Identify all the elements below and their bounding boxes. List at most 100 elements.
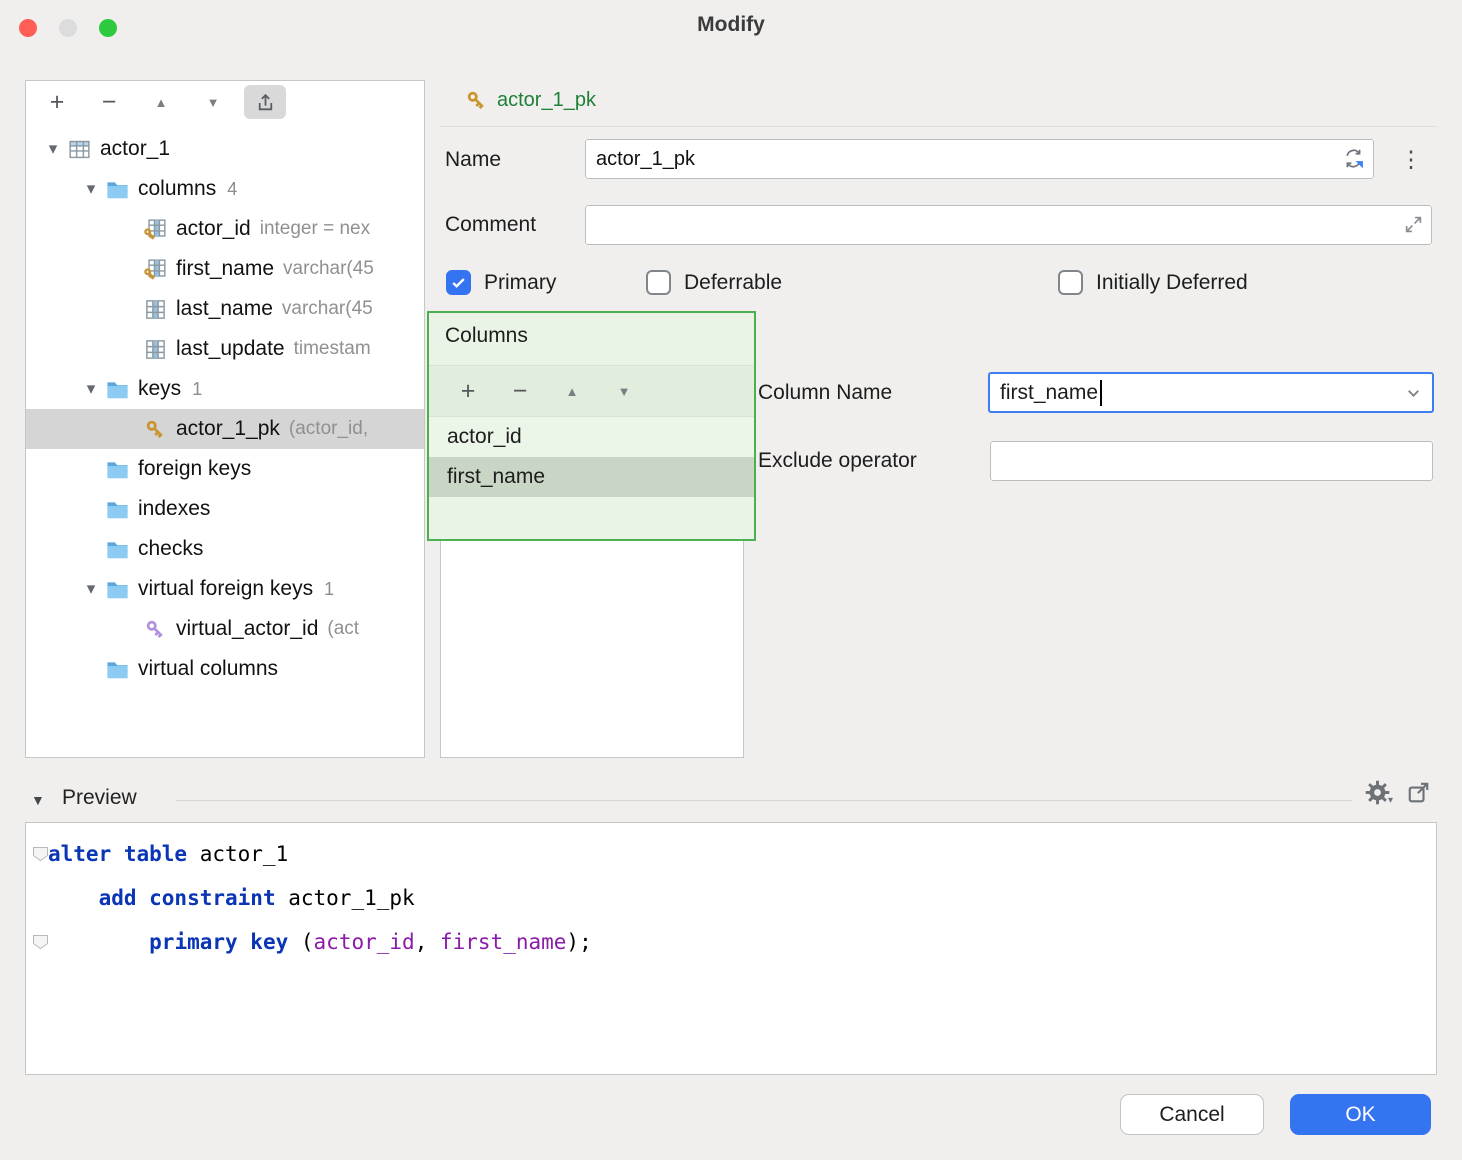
chevron-down-icon[interactable]: ▾ — [38, 139, 68, 159]
sql-code: alter table actor_1 add constraint actor… — [48, 832, 592, 964]
folder-icon — [106, 498, 129, 521]
structure-tree: ▾ actor_1 ▾columns4 actor_id integer = nex fi… — [26, 123, 424, 689]
comment-field — [585, 205, 1432, 245]
tree-item-label: actor_1_pk — [176, 417, 280, 441]
name-field — [585, 139, 1374, 179]
tree-item-last-name[interactable]: last_name varchar(45 — [26, 289, 424, 329]
fold-marker-icon[interactable] — [32, 934, 49, 950]
cancel-button[interactable]: Cancel — [1120, 1094, 1264, 1135]
remove-column-button[interactable]: − — [499, 373, 541, 409]
chevron-down-icon[interactable]: ▾ — [76, 179, 106, 199]
tree-item-detail: varchar(45 — [283, 258, 374, 280]
tree-item-checks[interactable]: checks — [26, 529, 424, 569]
columns-toolbar: + − ▲ ▼ — [429, 365, 754, 417]
primary-checkbox[interactable]: Primary — [446, 270, 556, 295]
key-icon — [465, 89, 488, 112]
folder-icon — [106, 178, 129, 201]
minus-icon: − — [102, 88, 117, 117]
arrow-up-icon: ▲ — [155, 95, 168, 110]
initially-deferred-checkbox-label: Initially Deferred — [1096, 271, 1248, 295]
tree-item-virtual-actor-id[interactable]: virtual_actor_id(act — [26, 609, 424, 649]
initially-deferred-checkbox[interactable]: Initially Deferred — [1058, 270, 1248, 295]
chevron-down-icon[interactable]: ▾ — [76, 379, 106, 399]
plus-icon: + — [50, 88, 65, 117]
tree-item-indexes[interactable]: indexes — [26, 489, 424, 529]
preview-divider — [176, 800, 1352, 801]
tree-item-label: foreign keys — [138, 457, 251, 481]
arrow-down-icon: ▼ — [618, 384, 631, 399]
move-column-down-button[interactable]: ▼ — [603, 373, 645, 409]
add-button[interactable]: + — [36, 85, 78, 119]
exclude-operator-field — [990, 441, 1433, 481]
checkbox-box — [446, 270, 471, 295]
columns-section-highlight: Columns + − ▲ ▼ actor_idfirst_name — [427, 311, 756, 541]
column-name-label: Column Name — [758, 372, 892, 413]
tree-item-label: indexes — [138, 497, 210, 521]
folder-icon — [106, 458, 129, 481]
preview-label: Preview — [62, 786, 137, 810]
add-column-button[interactable]: + — [447, 373, 489, 409]
tree-item-label: last_update — [176, 337, 285, 361]
modify-dialog-window: Modify + − ▲ ▼ ▾actor_1▾columns4actor_id… — [0, 0, 1462, 1160]
chevron-down-icon[interactable]: ▾ — [76, 579, 106, 599]
comment-label: Comment — [445, 205, 536, 245]
count-badge: 1 — [324, 579, 334, 600]
tree-item-last-update[interactable]: last_updatetimestam — [26, 329, 424, 369]
tree-item-detail: varchar(45 — [282, 298, 373, 320]
check-icon — [450, 274, 467, 291]
move-up-button[interactable]: ▲ — [140, 85, 182, 119]
columns-list-item-actor_id[interactable]: actor_id — [429, 417, 754, 457]
open-in-editor-icon[interactable] — [1406, 780, 1431, 805]
tree-item-foreign-keys[interactable]: foreign keys — [26, 449, 424, 489]
checkbox-box — [1058, 270, 1083, 295]
tree-item-actor-id[interactable]: actor_id integer = nex — [26, 209, 424, 249]
gear-dropdown-icon[interactable]: ▾ — [1388, 795, 1393, 806]
tree-item-keys[interactable]: ▾keys1 — [26, 369, 424, 409]
collapse-preview-icon[interactable]: ▼ — [31, 792, 45, 808]
minus-icon: − — [513, 377, 528, 406]
comment-input[interactable] — [585, 205, 1432, 245]
tree-item-virtual-foreign-keys[interactable]: ▾virtual foreign keys1 — [26, 569, 424, 609]
tree-item-label: actor_1 — [100, 137, 170, 161]
table-icon — [68, 138, 91, 161]
move-column-up-button[interactable]: ▲ — [551, 373, 593, 409]
chevron-down-icon[interactable] — [1405, 385, 1422, 402]
settings-gear-icon[interactable] — [1364, 779, 1391, 806]
tree-item-virtual-columns[interactable]: virtual columns — [26, 649, 424, 689]
columns-list-item-first_name[interactable]: first_name — [429, 457, 754, 497]
remove-button[interactable]: − — [88, 85, 130, 119]
tree-item-detail: integer = nex — [260, 218, 370, 240]
checkbox-box — [646, 270, 671, 295]
tree-item-columns[interactable]: ▾columns4 — [26, 169, 424, 209]
expand-icon[interactable] — [1404, 215, 1423, 234]
sql-preview-editor[interactable]: alter table actor_1 add constraint actor… — [25, 822, 1437, 1075]
tree-item-label: actor_id — [176, 217, 251, 241]
tree-item-label: last_name — [176, 297, 273, 321]
move-down-button[interactable]: ▼ — [192, 85, 234, 119]
exclude-operator-input[interactable] — [990, 441, 1433, 481]
tree-item-actor-1[interactable]: ▾ actor_1 — [26, 129, 424, 169]
tree-item-first-name[interactable]: first_namevarchar(45 — [26, 249, 424, 289]
deferrable-checkbox-label: Deferrable — [684, 271, 782, 295]
column-icon — [144, 338, 167, 361]
plus-icon: + — [461, 377, 476, 406]
count-badge: 1 — [192, 379, 202, 400]
scroll-from-source-button[interactable] — [244, 85, 286, 119]
object-name: actor_1_pk — [497, 89, 596, 112]
folder-icon — [106, 538, 129, 561]
column-name-combobox[interactable]: first_name — [988, 372, 1434, 413]
column-icon — [144, 298, 167, 321]
scroll-from-source-icon — [255, 92, 276, 113]
tree-item-actor-1-pk[interactable]: actor_1_pk (actor_id, — [26, 409, 424, 449]
fold-marker-icon[interactable] — [32, 846, 49, 862]
virtual-key-icon — [144, 618, 167, 641]
ok-button[interactable]: OK — [1290, 1094, 1431, 1135]
regenerate-name-icon[interactable] — [1342, 147, 1365, 170]
name-input[interactable] — [585, 139, 1374, 179]
more-options-button[interactable]: ⋮ — [1398, 140, 1424, 178]
folder-icon — [106, 578, 129, 601]
primary-checkbox-label: Primary — [484, 271, 556, 295]
text-caret — [1100, 380, 1102, 406]
deferrable-checkbox[interactable]: Deferrable — [646, 270, 782, 295]
tree-item-detail: (actor_id, — [289, 418, 368, 440]
